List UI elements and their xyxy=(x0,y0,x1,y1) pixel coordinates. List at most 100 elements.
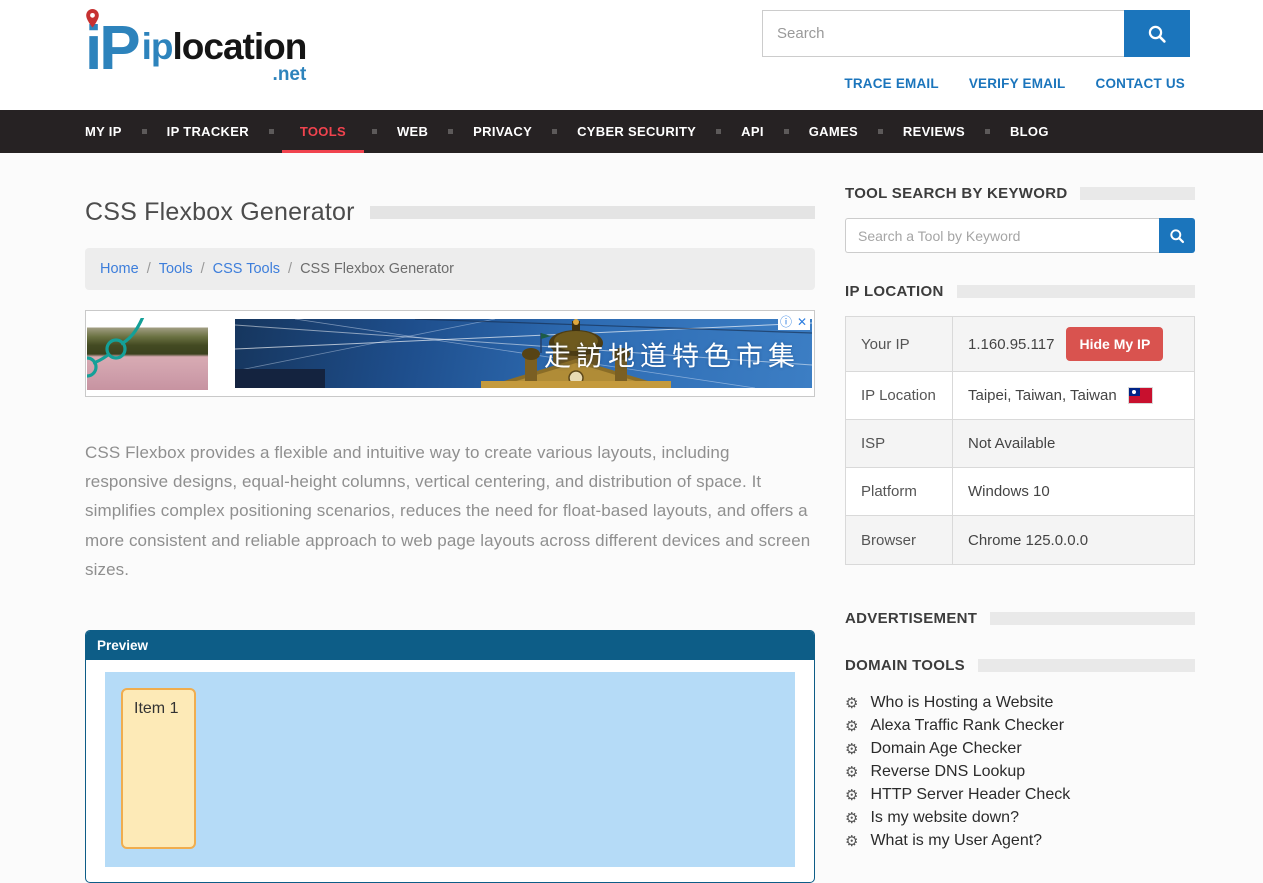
ad-image-right: 走訪地道特色市集 xyxy=(235,319,812,388)
gear-icon: ⚙ xyxy=(845,742,858,757)
row-label: ISP xyxy=(846,420,953,467)
preview-header: Preview xyxy=(86,631,814,660)
row-label: Browser xyxy=(846,516,953,564)
ip-location-heading: IP LOCATION xyxy=(845,283,944,300)
verify-email-link[interactable]: VERIFY EMAIL xyxy=(969,76,1066,91)
list-item: ⚙ Alexa Traffic Rank Checker xyxy=(845,715,1195,737)
tool-search xyxy=(845,218,1195,253)
ad-close-icon[interactable]: ✕ xyxy=(794,314,810,330)
tool-search-button[interactable] xyxy=(1159,218,1195,253)
breadcrumb: Home/Tools/CSS Tools/CSS Flexbox Generat… xyxy=(85,248,815,290)
location-pin-icon xyxy=(84,8,101,29)
nav-separator xyxy=(878,129,883,134)
domain-tool-link-user-agent[interactable]: What is my User Agent? xyxy=(870,832,1042,850)
heading-decoration-bar xyxy=(1080,187,1195,200)
nav-item-my-ip[interactable]: MY IP xyxy=(85,110,134,153)
logo-word-location: location xyxy=(172,26,306,67)
nav-separator xyxy=(716,129,721,134)
advertisement-heading: ADVERTISEMENT xyxy=(845,610,977,627)
nav-item-cybersecurity[interactable]: CYBER SECURITY xyxy=(565,110,708,153)
domain-tool-link-hosting[interactable]: Who is Hosting a Website xyxy=(870,694,1053,712)
tool-search-input[interactable] xyxy=(845,218,1159,253)
gear-icon: ⚙ xyxy=(845,788,858,803)
sidebar: TOOL SEARCH BY KEYWORD IP LOCATION Your … xyxy=(845,153,1195,883)
breadcrumb-separator: / xyxy=(288,261,292,277)
browser-value: Chrome 125.0.0.0 xyxy=(968,532,1088,549)
row-label: IP Location xyxy=(846,372,953,419)
nav-separator xyxy=(784,129,789,134)
ad-left-lineart xyxy=(87,318,208,390)
trace-email-link[interactable]: TRACE EMAIL xyxy=(844,76,938,91)
nav-item-api[interactable]: API xyxy=(729,110,776,153)
nav-item-privacy[interactable]: PRIVACY xyxy=(461,110,544,153)
search-icon xyxy=(1147,24,1167,44)
list-item: ⚙ What is my User Agent? xyxy=(845,830,1195,852)
heading-decoration-bar xyxy=(978,659,1195,672)
ad-caption: 走訪地道特色市集 xyxy=(544,334,800,373)
tool-search-heading: TOOL SEARCH BY KEYWORD xyxy=(845,185,1067,202)
nav-item-blog[interactable]: BLOG xyxy=(998,110,1061,153)
gear-icon: ⚙ xyxy=(845,765,858,780)
domain-tool-link-website-down[interactable]: Is my website down? xyxy=(870,809,1019,827)
breadcrumb-current: CSS Flexbox Generator xyxy=(300,261,454,277)
list-item: ⚙ Is my website down? xyxy=(845,807,1195,829)
heading-decoration-bar xyxy=(957,285,1195,298)
search-icon xyxy=(1169,228,1185,244)
domain-tool-link-reverse-dns[interactable]: Reverse DNS Lookup xyxy=(870,763,1025,781)
gear-icon: ⚙ xyxy=(845,696,858,711)
ad-info-icon[interactable]: ⓘ xyxy=(778,314,794,330)
site-header: iP iplocation .net TRACE EMAIL VERIFY EM… xyxy=(0,0,1263,110)
nav-separator xyxy=(985,129,990,134)
site-logo[interactable]: iP iplocation .net xyxy=(85,14,306,84)
header-search xyxy=(762,10,1190,57)
heading-decoration-bar xyxy=(990,612,1195,625)
header-search-button[interactable] xyxy=(1124,10,1190,57)
table-row-your-ip: Your IP 1.160.95.117 Hide My IP xyxy=(846,317,1194,372)
nav-item-reviews[interactable]: REVIEWS xyxy=(891,110,977,153)
preview-panel: Preview Item 1 xyxy=(85,630,815,883)
main-nav: MY IP IP TRACKER TOOLS WEB PRIVACY CYBER… xyxy=(0,110,1263,153)
ip-location-table: Your IP 1.160.95.117 Hide My IP IP Locat… xyxy=(845,316,1195,565)
main-column: CSS Flexbox Generator Home / Tools / CSS Too… xyxy=(85,153,815,883)
breadcrumb-separator: / xyxy=(147,261,151,277)
page-content: CSS Flexbox Generator Home / Tools / CSS Too… xyxy=(0,153,1263,883)
nav-separator xyxy=(269,129,274,134)
ip-location-value: Taipei, Taiwan, Taiwan xyxy=(968,387,1117,404)
nav-separator xyxy=(552,129,557,134)
header-search-input[interactable] xyxy=(762,10,1124,57)
contact-us-link[interactable]: CONTACT US xyxy=(1096,76,1186,91)
table-row-platform: Platform Windows 10 xyxy=(846,468,1194,516)
nav-item-games[interactable]: GAMES xyxy=(797,110,870,153)
logo-word-ip: ip xyxy=(142,26,173,67)
breadcrumb-css-tools-link[interactable]: CSS Tools xyxy=(213,261,280,277)
flex-preview-item: Item 1 xyxy=(121,688,196,849)
domain-tools-list: ⚙ Who is Hosting a Website ⚙ Alexa Traff… xyxy=(845,692,1195,852)
logo-wordmark: iplocation .net xyxy=(142,28,307,84)
nav-separator xyxy=(372,129,377,134)
list-item: ⚙ Domain Age Checker xyxy=(845,738,1195,760)
taiwan-flag-icon xyxy=(1129,388,1152,403)
domain-tool-link-alexa-rank[interactable]: Alexa Traffic Rank Checker xyxy=(870,717,1064,735)
title-decoration-bar xyxy=(370,206,815,219)
row-label: Platform xyxy=(846,468,953,515)
page-title: CSS Flexbox Generator xyxy=(85,198,355,227)
logo-tld: .net xyxy=(273,66,307,84)
hide-my-ip-button[interactable]: Hide My IP xyxy=(1066,327,1163,361)
nav-item-tools[interactable]: TOOLS xyxy=(282,110,364,153)
row-label: Your IP xyxy=(846,317,953,371)
domain-tool-link-domain-age[interactable]: Domain Age Checker xyxy=(870,740,1021,758)
breadcrumb-tools-link[interactable]: Tools xyxy=(159,261,193,277)
nav-separator xyxy=(142,129,147,134)
domain-tool-link-http-header[interactable]: HTTP Server Header Check xyxy=(870,786,1070,804)
ad-choice-chips: ⓘ ✕ xyxy=(778,314,810,330)
gear-icon: ⚙ xyxy=(845,811,858,826)
intro-paragraph: CSS Flexbox provides a flexible and intu… xyxy=(85,438,815,584)
nav-item-ip-tracker[interactable]: IP TRACKER xyxy=(155,110,261,153)
ad-image-left xyxy=(87,318,208,390)
isp-value: Not Available xyxy=(968,435,1055,452)
nav-item-web[interactable]: WEB xyxy=(385,110,440,153)
breadcrumb-home-link[interactable]: Home xyxy=(100,261,139,277)
table-row-isp: ISP Not Available xyxy=(846,420,1194,468)
gear-icon: ⚙ xyxy=(845,719,858,734)
ad-banner[interactable]: 走訪地道特色市集 ⓘ ✕ xyxy=(85,310,815,397)
